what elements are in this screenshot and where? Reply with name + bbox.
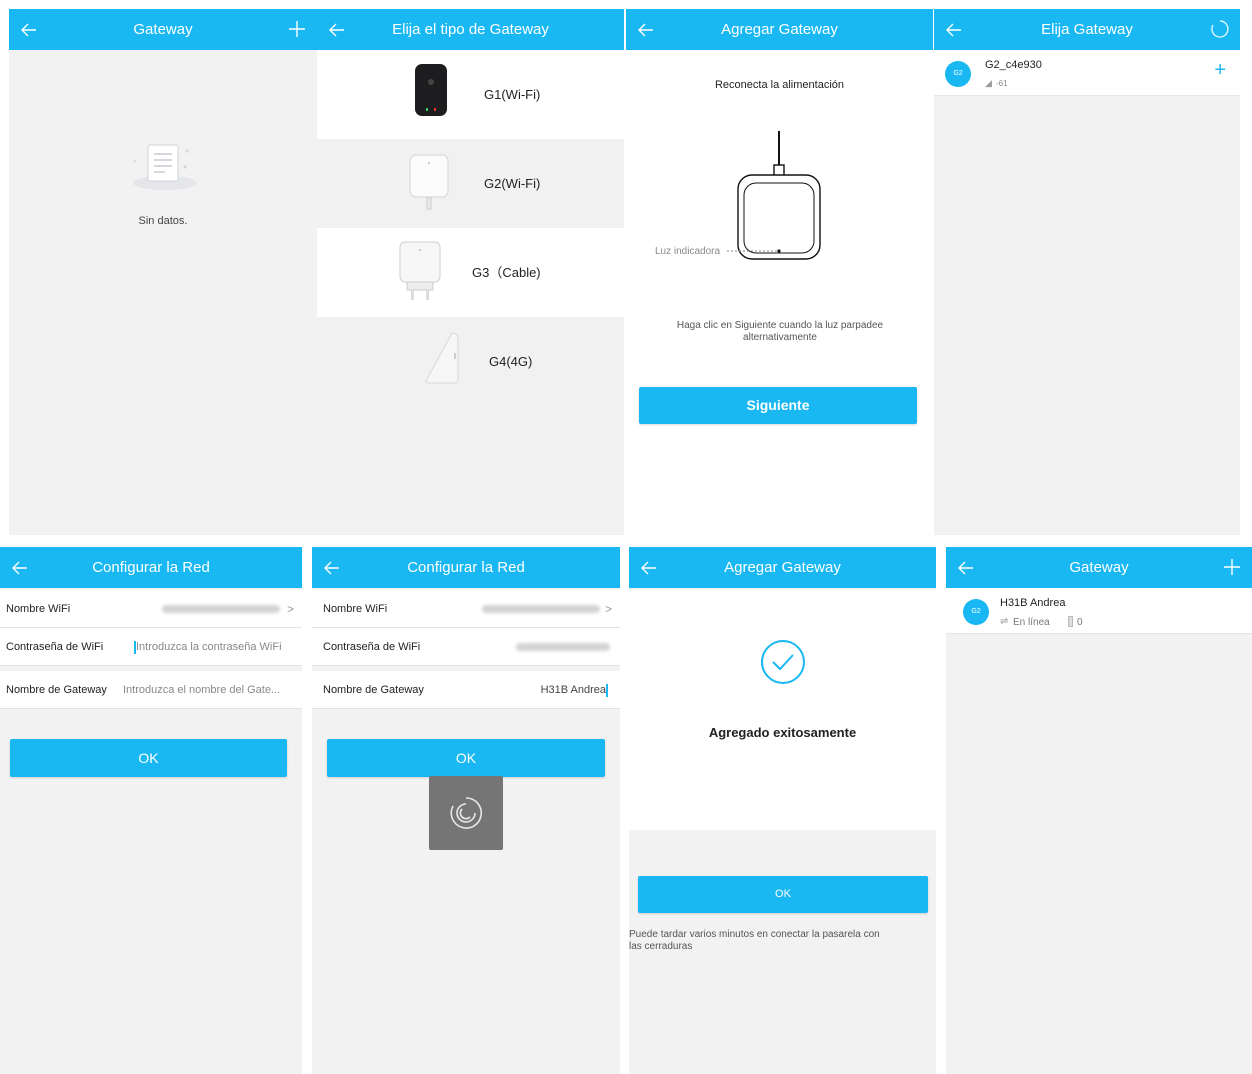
success-text: Agregado exitosamente xyxy=(708,725,857,740)
add-plus-icon[interactable] xyxy=(287,19,307,39)
wifi-password-label: Contraseña de WiFi xyxy=(6,641,104,653)
wifi-password-row[interactable]: Contraseña de WiFi xyxy=(312,628,620,666)
add-plus-icon[interactable] xyxy=(1222,557,1242,577)
instruction-text: Reconecta la alimentación xyxy=(714,79,845,91)
page-title: Configurar la Red xyxy=(407,559,525,576)
wifi-name-label: Nombre WiFi xyxy=(6,603,71,615)
gateway-device-illustration xyxy=(737,131,821,260)
empty-document-icon xyxy=(133,144,197,190)
gateway-type-g2[interactable]: G2(Wi-Fi) xyxy=(317,139,624,228)
gateway-name-row[interactable]: Nombre de Gateway Introduzca el nombre d… xyxy=(0,671,302,709)
wifi-name-value-blurred xyxy=(482,605,600,613)
top-bar: Elija el tipo de Gateway xyxy=(317,9,624,50)
page-title: Gateway xyxy=(133,21,193,38)
g4-device-icon xyxy=(425,332,459,384)
gateway-type-screen: Elija el tipo de Gateway G1(Wi-Fi) G2(Wi… xyxy=(317,9,624,535)
wifi-name-label: Nombre WiFi xyxy=(323,603,388,615)
top-bar: Elija Gateway xyxy=(934,9,1240,50)
top-bar: Gateway xyxy=(9,9,317,50)
page-title: Gateway xyxy=(1069,559,1129,576)
add-plus-icon[interactable]: + xyxy=(1214,60,1226,80)
next-button[interactable]: Siguiente xyxy=(639,387,917,424)
gateway-type-g4[interactable]: G4(4G) xyxy=(317,317,624,406)
chevron-right-icon: > xyxy=(604,602,612,616)
signal-icon: ◢ xyxy=(985,78,992,88)
ok-button[interactable]: OK xyxy=(327,739,605,777)
wifi-password-row[interactable]: Contraseña de WiFi Introduzca la contras… xyxy=(0,628,302,666)
g2-device-icon xyxy=(409,154,449,210)
wifi-password-label: Contraseña de WiFi xyxy=(323,641,421,653)
gateway-type-g3[interactable]: G3（Cable) xyxy=(317,228,624,317)
gateway-name-label: Nombre de Gateway xyxy=(323,684,424,696)
success-panel: Agregado exitosamente xyxy=(629,590,936,830)
configure-network-screen: Configurar la Red Nombre WiFi > Contrase… xyxy=(0,547,302,1074)
gateway-type-label: G3（Cable) xyxy=(472,265,541,280)
wifi-password-input[interactable]: Introduzca la contraseña WiFi xyxy=(134,628,296,666)
choose-gateway-screen: Elija Gateway G2 G2_c4e930 ◢ -61 + xyxy=(934,9,1240,535)
indicator-light-label: Luz indicadora xyxy=(655,246,721,257)
note-text: Puede tardar varios minutos en conectar … xyxy=(629,929,880,952)
check-circle-icon xyxy=(761,640,805,684)
page-title: Elija Gateway xyxy=(1041,21,1133,38)
page-title: Agregar Gateway xyxy=(721,21,838,38)
ok-button[interactable]: OK xyxy=(10,739,287,777)
loading-overlay xyxy=(429,776,503,850)
gateway-list-screen: Gateway G2 H31B Andrea ⇌ En línea 0 xyxy=(946,547,1252,1074)
wifi-name-row[interactable]: Nombre WiFi > xyxy=(0,590,302,628)
gateway-name-input[interactable]: Introduzca el nombre del Gate... xyxy=(123,671,298,709)
gateway-name-value: H31B Andrea xyxy=(540,684,606,696)
online-status: En línea xyxy=(1013,617,1050,628)
text-cursor xyxy=(606,683,608,697)
gateway-type-label: G4(4G) xyxy=(489,354,533,369)
hint-text: Haga clic en Siguiente cuando la luz par… xyxy=(676,320,884,343)
gateway-type-label: G1(Wi-Fi) xyxy=(484,87,541,102)
lock-icon xyxy=(1068,616,1073,627)
gateway-name: H31B Andrea xyxy=(1000,597,1066,609)
g2-gateway-icon: G2 xyxy=(945,61,971,87)
top-bar: Agregar Gateway xyxy=(626,9,933,50)
g1-device-icon xyxy=(415,64,447,116)
gateway-name-input[interactable]: H31B Andrea xyxy=(541,671,608,709)
gateway-name-label: Nombre de Gateway xyxy=(6,684,107,696)
add-gateway-power-screen: Agregar Gateway Reconecta la alimentació… xyxy=(626,9,933,535)
top-bar: Configurar la Red xyxy=(0,547,302,588)
wifi-password-placeholder: Introduzca la contraseña WiFi xyxy=(136,641,282,653)
page-title: Agregar Gateway xyxy=(724,559,841,576)
gateway-name: G2_c4e930 xyxy=(985,59,1042,71)
gateway-list-empty-screen: Gateway Sin datos. xyxy=(9,9,317,535)
empty-state-text: Sin datos. xyxy=(138,215,188,227)
g3-device-icon xyxy=(399,241,441,300)
top-bar: Agregar Gateway xyxy=(629,547,936,588)
loading-spinner-icon xyxy=(1210,19,1230,39)
configure-network-loading-screen: Configurar la Red Nombre WiFi > Contrase… xyxy=(312,547,620,1074)
gateway-type-g1[interactable]: G1(Wi-Fi) xyxy=(317,50,624,139)
signal-strength: -61 xyxy=(996,79,1008,88)
indicator-pointer-line xyxy=(727,250,779,252)
gateway-list-item[interactable]: G2 H31B Andrea ⇌ En línea 0 xyxy=(946,588,1252,634)
lock-count: 0 xyxy=(1077,617,1083,628)
gateway-type-label: G2(Wi-Fi) xyxy=(484,176,541,191)
gateway-list-item[interactable]: G2 G2_c4e930 ◢ -61 + xyxy=(934,50,1240,96)
top-bar: Configurar la Red xyxy=(312,547,620,588)
online-link-icon: ⇌ xyxy=(1000,616,1009,627)
wifi-name-row[interactable]: Nombre WiFi > xyxy=(312,590,620,628)
wifi-name-value-blurred xyxy=(162,605,280,613)
wifi-password-value-blurred xyxy=(516,643,610,651)
top-bar: Gateway xyxy=(946,547,1252,588)
page-title: Configurar la Red xyxy=(92,559,210,576)
g2-gateway-icon: G2 xyxy=(963,599,989,625)
chevron-right-icon: > xyxy=(286,602,294,616)
ok-button[interactable]: OK xyxy=(638,876,928,913)
gateway-name-row[interactable]: Nombre de Gateway H31B Andrea xyxy=(312,671,620,709)
page-title: Elija el tipo de Gateway xyxy=(392,21,549,38)
loading-spinner-icon xyxy=(450,797,483,829)
add-gateway-success-screen: Agregar Gateway Agregado exitosamente OK… xyxy=(629,547,936,1074)
